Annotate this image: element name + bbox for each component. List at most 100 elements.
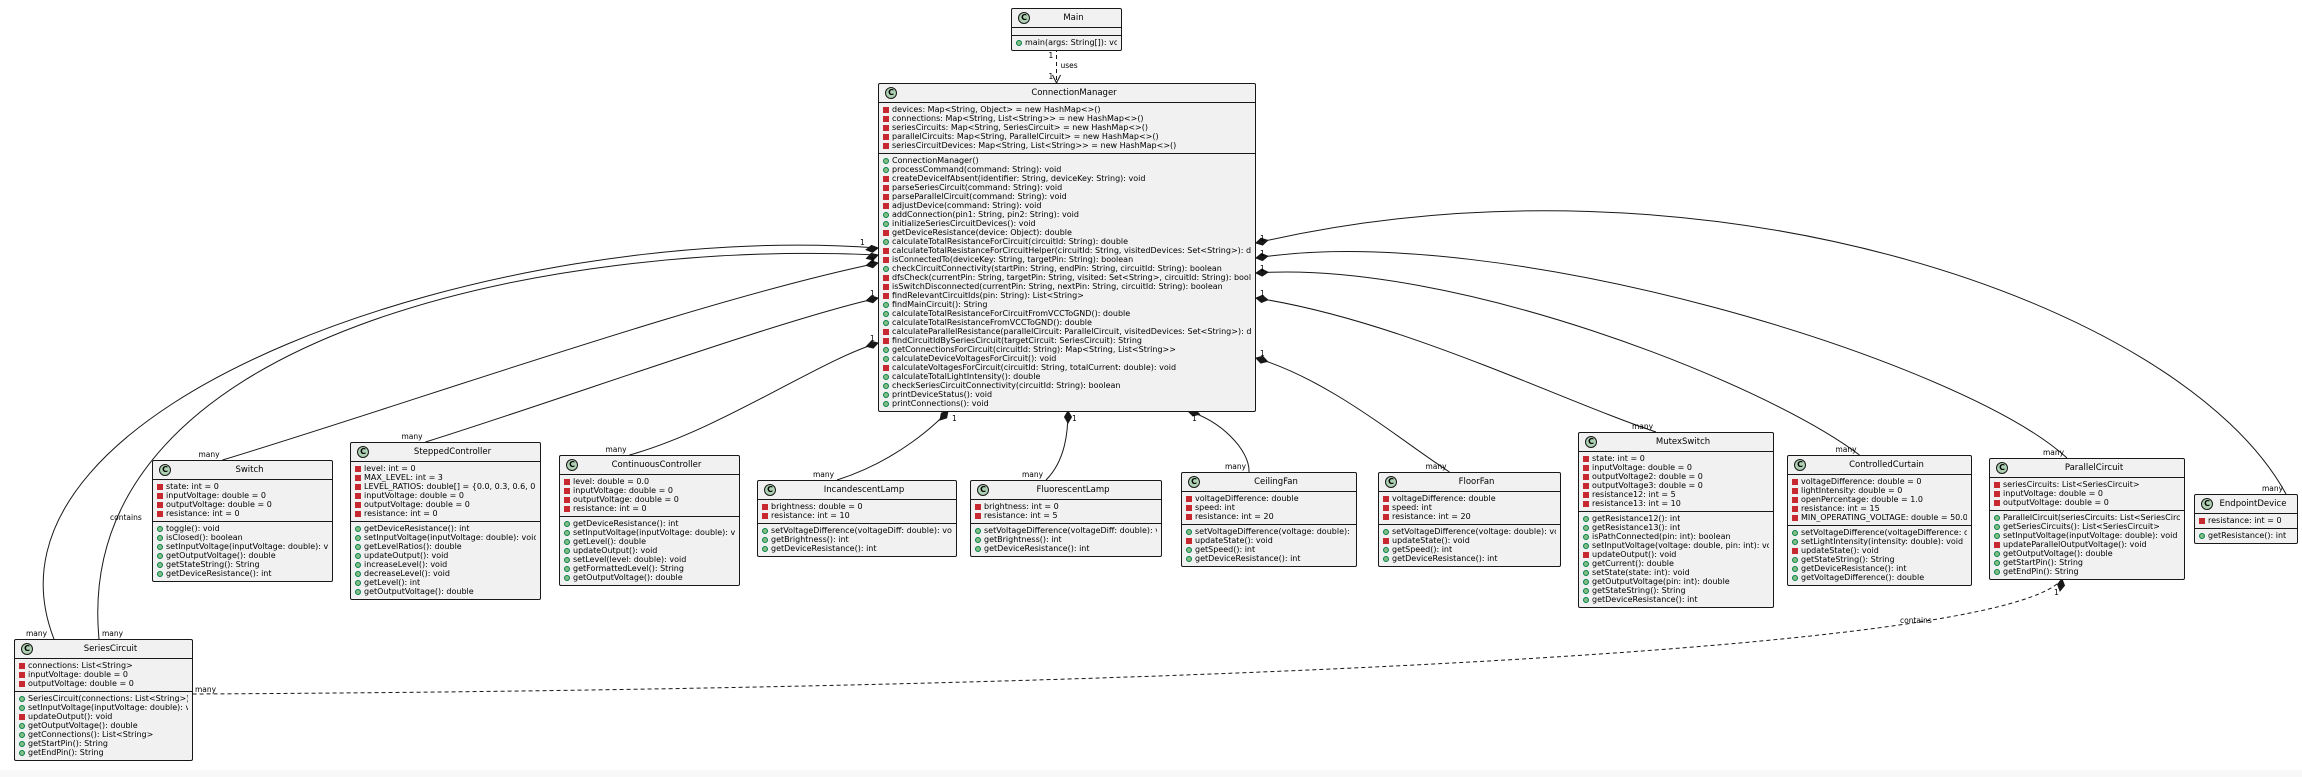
class-controlled-curtain[interactable]: C ControlledCurtain voltageDifference: dou… — [1787, 455, 1972, 586]
public-icon — [1583, 533, 1589, 540]
member-text: brightness: int = 0 — [984, 502, 1059, 511]
private-icon — [1583, 455, 1589, 462]
method-row: getDeviceResistance(): int — [157, 569, 328, 578]
class-connection-manager[interactable]: C ConnectionManager devices: Map<String, O… — [878, 83, 1256, 412]
fields-compartment: voltageDifference: double speed: int resis… — [1182, 492, 1356, 525]
private-icon — [1186, 537, 1192, 544]
relation-label: uses — [1061, 61, 1078, 70]
public-icon — [1792, 538, 1798, 545]
class-ceiling-fan[interactable]: C CeilingFan voltageDifference: double spee… — [1181, 472, 1357, 567]
member-text: getConnectionsForCircuit(circuitId: Stri… — [892, 345, 1176, 354]
method-row: getStartPin(): String — [19, 739, 188, 748]
class-name: SeriesCircuit — [83, 643, 138, 654]
multiplicity-label: many — [2043, 448, 2065, 457]
method-row: printDeviceStatus(): void — [883, 390, 1251, 399]
private-icon — [883, 193, 889, 200]
uml-class-diagram: uses11many1many1many1many1many1many1many… — [0, 0, 2302, 777]
class-switch[interactable]: C Switch state: int = 0 inputVoltage: doubl… — [152, 460, 333, 582]
fields-compartment: devices: Map<String, Object> = new HashM… — [879, 103, 1255, 154]
field-row: resistance13: int = 10 — [1583, 499, 1769, 508]
class-stepped-controller[interactable]: C SteppedController level: int = 0 MAX_LEVE… — [350, 442, 541, 600]
class-parallel-circuit[interactable]: C ParallelCircuit seriesCircuits: List<Ser… — [1989, 458, 2185, 580]
class-c-icon: C — [1585, 436, 1597, 448]
member-text: setVoltageDifference(voltageDiff: double… — [984, 526, 1157, 535]
field-row: LEVEL_RATIOS: double[] = {0.0, 0.3, 0.6,… — [355, 482, 536, 491]
private-icon — [1383, 537, 1389, 544]
class-mutex-switch[interactable]: C MutexSwitch state: int = 0 inputVoltage: … — [1578, 432, 1774, 608]
private-icon — [883, 337, 889, 344]
public-icon — [1383, 555, 1389, 562]
class-main[interactable]: C Main main(args: String[]): void — [1011, 8, 1122, 51]
member-text: devices: Map<String, Object> = new HashM… — [892, 105, 1101, 114]
field-row: brightness: double = 0 — [762, 502, 952, 511]
public-icon — [19, 731, 25, 738]
multiplicity-label: many — [1426, 462, 1448, 471]
private-icon — [355, 501, 361, 508]
member-text: setInputVoltage(inputVoltage: double): v… — [166, 542, 328, 551]
class-series-circuit[interactable]: C SeriesCircuit connections: List<String> i… — [14, 639, 193, 761]
private-icon — [883, 175, 889, 182]
public-icon — [883, 301, 889, 308]
class-header: C FluorescentLamp — [971, 481, 1161, 500]
class-floor-fan[interactable]: C FloorFan voltageDifference: double speed:… — [1378, 472, 1561, 567]
composition-line — [836, 410, 949, 481]
multiplicity-label: many — [1632, 422, 1654, 431]
field-row: voltageDifference: double — [1186, 494, 1352, 503]
class-fluorescent-lamp[interactable]: C FluorescentLamp brightness: int = 0 resis… — [970, 480, 1162, 557]
method-row: getSpeed(): int — [1186, 545, 1352, 554]
member-text: brightness: double = 0 — [771, 502, 863, 511]
public-icon — [564, 574, 570, 581]
member-text: calculateTotalResistanceForCircuitHelper… — [892, 246, 1251, 255]
member-text: getStartPin(): String — [2003, 558, 2083, 567]
class-continuous-controller[interactable]: C ContinuousController level: double = 0.0… — [559, 455, 740, 586]
field-row: inputVoltage: double = 0 — [19, 670, 188, 679]
public-icon — [355, 588, 361, 595]
field-row: lightIntensity: double = 0 — [1792, 486, 1967, 495]
member-text: updateOutput(): void — [364, 551, 449, 560]
method-row: main(args: String[]): void — [1016, 38, 1117, 47]
private-icon — [975, 503, 981, 510]
field-row: resistance: int = 20 — [1186, 512, 1352, 521]
class-name: Switch — [235, 464, 264, 475]
member-text: seriesCircuits: Map<String, SeriesCircui… — [892, 123, 1149, 132]
method-row: getDeviceResistance(): int — [564, 519, 735, 528]
private-icon — [1383, 495, 1389, 502]
method-row: getEndPin(): String — [19, 748, 188, 757]
member-text: resistance13: int = 10 — [1592, 499, 1681, 508]
method-row: getSeriesCircuits(): List<SeriesCircuit> — [1994, 522, 2180, 531]
multiplicity-label: many — [402, 432, 424, 441]
method-row: getStateString(): String — [1583, 586, 1769, 595]
class-c-icon: C — [1188, 476, 1200, 488]
public-icon — [1016, 39, 1022, 46]
member-text: outputVoltage: double = 0 — [364, 500, 470, 509]
field-row: inputVoltage: double = 0 — [355, 491, 536, 500]
class-endpoint-device[interactable]: C EndpointDevice resistance: int = 0 getRes… — [2194, 494, 2298, 544]
public-icon — [157, 552, 163, 559]
public-icon — [564, 520, 570, 527]
multiplicity-label: 1 — [1049, 51, 1054, 60]
class-header: C ParallelCircuit — [1990, 459, 2184, 478]
composition-line — [1255, 297, 1657, 433]
field-row: level: int = 0 — [355, 464, 536, 473]
member-text: getLevel(): double — [573, 537, 646, 546]
public-icon — [1186, 528, 1192, 535]
member-text: outputVoltage: double = 0 — [166, 500, 272, 509]
relation-label: contains — [110, 513, 142, 522]
multiplicity-label: many — [1836, 445, 1858, 454]
private-icon — [883, 184, 889, 191]
multiplicity-label: 1 — [1072, 414, 1077, 423]
member-text: updateOutput(): void — [573, 546, 658, 555]
public-icon — [1583, 569, 1589, 576]
member-text: getDeviceResistance(): int — [364, 524, 470, 533]
public-icon — [1583, 587, 1589, 594]
member-text: resistance12: int = 5 — [1592, 490, 1676, 499]
multiplicity-label: 1 — [1192, 414, 1197, 423]
method-row: decreaseLevel(): void — [355, 569, 536, 578]
method-row: getBrightness(): int — [975, 535, 1157, 544]
public-icon — [1792, 556, 1798, 563]
class-incandescent-lamp[interactable]: C IncandescentLamp brightness: double = 0r… — [757, 480, 957, 557]
member-text: calculateParallelResistance(parallelCirc… — [892, 327, 1251, 336]
private-icon — [762, 503, 768, 510]
class-header: C Switch — [153, 461, 332, 480]
member-text: printDeviceStatus(): void — [892, 390, 993, 399]
